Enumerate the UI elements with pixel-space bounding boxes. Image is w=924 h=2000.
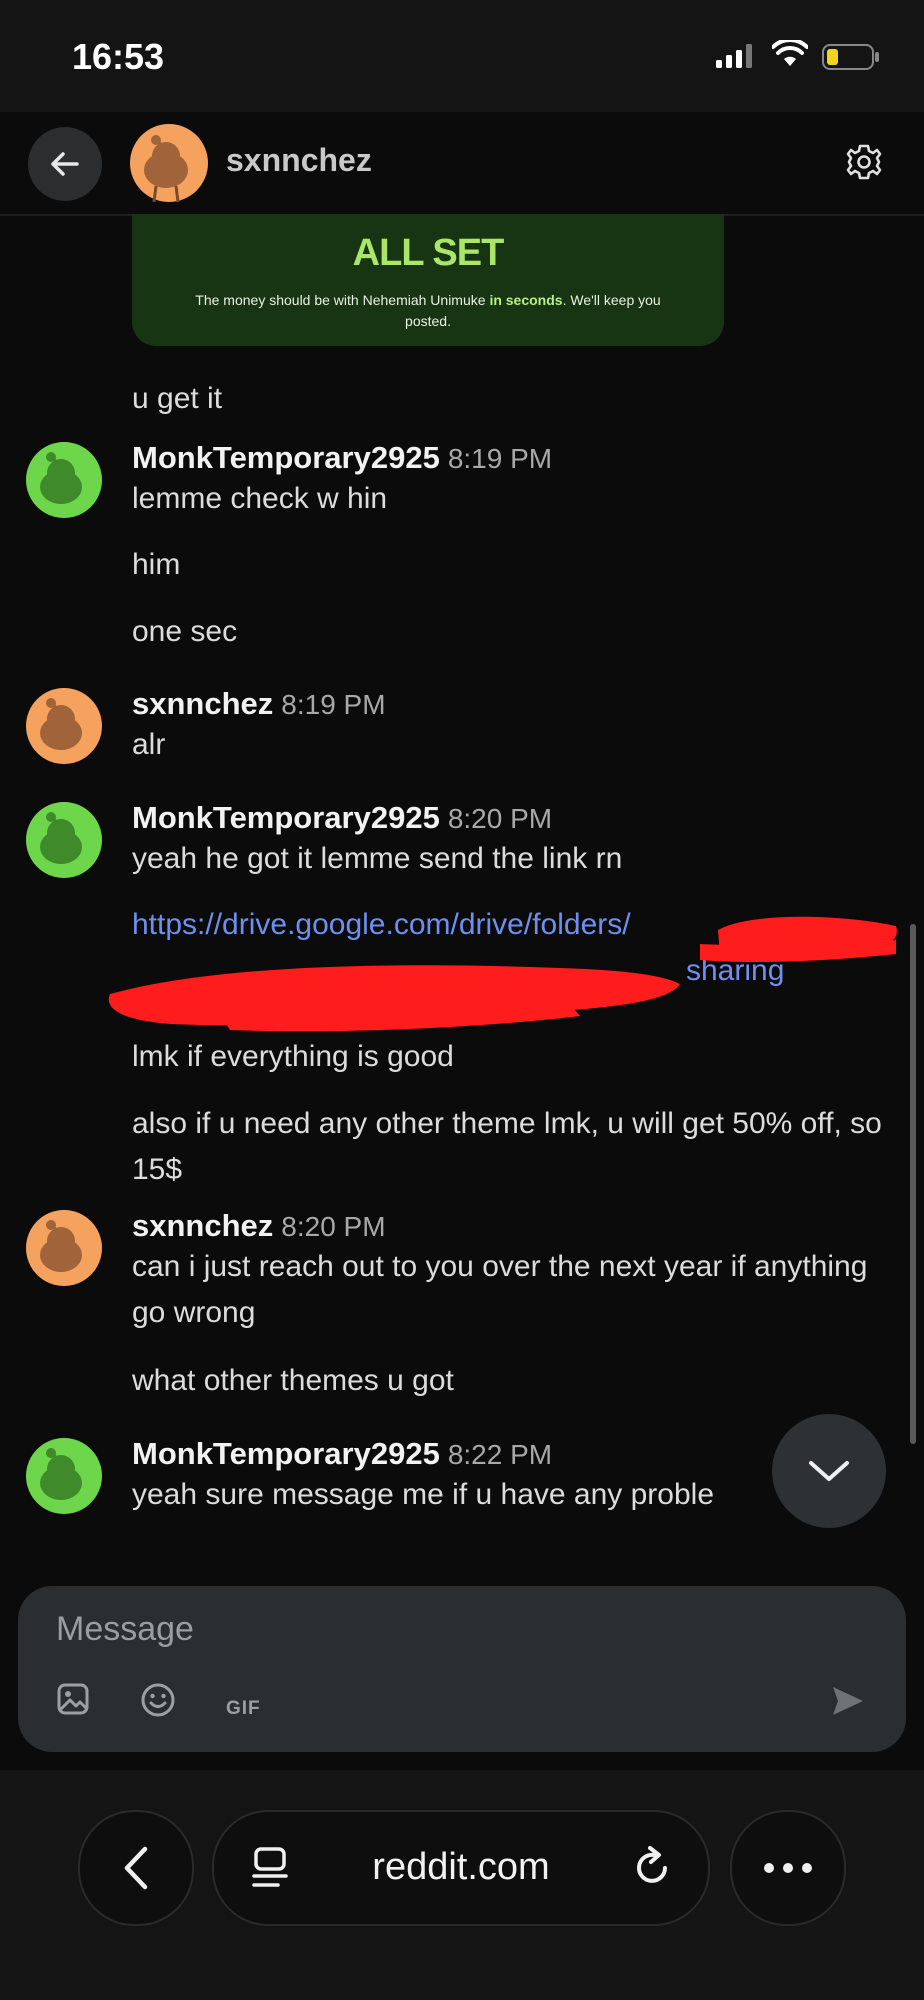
redaction-scribble (108, 916, 897, 1032)
message-time: 8:19 PM (447, 443, 553, 474)
message-text: lemme check w hin (132, 482, 388, 515)
sender-name[interactable]: MonkTemporary2925 (132, 440, 440, 475)
status-time: 16:53 (72, 36, 165, 77)
sender-name[interactable]: MonkTemporary2925 (132, 800, 440, 835)
sender-name[interactable]: sxnnchez (132, 1208, 273, 1243)
sender-name[interactable]: sxnnchez (132, 686, 273, 721)
gear-icon[interactable] (844, 142, 884, 182)
emoji-icon[interactable] (140, 1682, 176, 1718)
cellular-signal-icon (716, 44, 752, 68)
sender-name[interactable]: MonkTemporary2925 (132, 1436, 440, 1471)
message-text: yeah he got it lemme send the link rn (132, 842, 623, 875)
message-time: 8:20 PM (447, 803, 553, 834)
message-text: alr (132, 728, 166, 761)
message-text: what other themes u got (132, 1364, 454, 1397)
battery-icon (822, 44, 879, 70)
sender-line: MonkTemporary2925 8:22 PM (132, 1436, 552, 1472)
chat-scrollbar[interactable] (910, 924, 916, 1444)
wifi-icon (772, 40, 808, 66)
message-input[interactable]: Message (56, 1610, 194, 1649)
contact-avatar[interactable] (130, 124, 208, 202)
gif-button[interactable]: GIF (226, 1698, 261, 1720)
message-composer[interactable]: Message GIF (18, 1586, 906, 1752)
payment-confirmation-card: ALL SET The money should be with Nehemia… (132, 214, 724, 346)
scroll-to-bottom-button[interactable] (772, 1414, 886, 1528)
message-text: also if u need any other theme lmk, u wi… (132, 1107, 882, 1186)
message-text: yeah sure message me if u have any probl… (132, 1478, 714, 1511)
chat-header: sxnnchez (0, 112, 924, 216)
sender-avatar-orange[interactable] (26, 1210, 102, 1286)
sender-line: MonkTemporary2925 8:19 PM (132, 440, 552, 476)
sender-line: sxnnchez 8:19 PM (132, 686, 386, 722)
sender-line: sxnnchez 8:20 PM (132, 1208, 386, 1244)
message-time: 8:20 PM (281, 1211, 386, 1242)
sender-avatar-orange[interactable] (26, 688, 102, 764)
sender-avatar-green[interactable] (26, 802, 102, 878)
chat-thread[interactable]: ALL SET The money should be with Nehemia… (0, 214, 924, 1570)
address-bar[interactable]: reddit.com (212, 1810, 710, 1926)
sender-avatar-green[interactable] (26, 1438, 102, 1514)
back-button[interactable] (28, 127, 102, 201)
card-title: ALL SET (352, 232, 505, 274)
status-bar: 16:53 (0, 0, 924, 112)
message-time: 8:19 PM (281, 689, 386, 720)
more-options-button[interactable] (730, 1810, 846, 1926)
back-arrow-icon (51, 152, 79, 176)
message-text: can i just reach out to you over the nex… (132, 1250, 868, 1329)
message-time: 8:22 PM (447, 1439, 553, 1470)
chevron-left-icon (124, 1846, 148, 1890)
message-text: lmk if everything is good (132, 1040, 454, 1073)
message-text: him (132, 548, 181, 581)
contact-name[interactable]: sxnnchez (226, 142, 372, 179)
browser-back-button[interactable] (78, 1810, 194, 1926)
message-text: one sec (132, 615, 238, 648)
message-text: u get it (132, 382, 223, 415)
reload-icon[interactable] (632, 1846, 674, 1890)
chevron-down-icon (809, 1461, 849, 1481)
card-text: The money should be with Nehemiah Unimuk… (195, 292, 661, 329)
browser-toolbar: reddit.com (0, 1770, 924, 2000)
send-icon[interactable] (830, 1684, 866, 1718)
image-icon[interactable] (56, 1682, 90, 1716)
more-icon (764, 1863, 812, 1873)
sender-avatar-green[interactable] (26, 442, 102, 518)
sender-line: MonkTemporary2925 8:20 PM (132, 800, 552, 836)
